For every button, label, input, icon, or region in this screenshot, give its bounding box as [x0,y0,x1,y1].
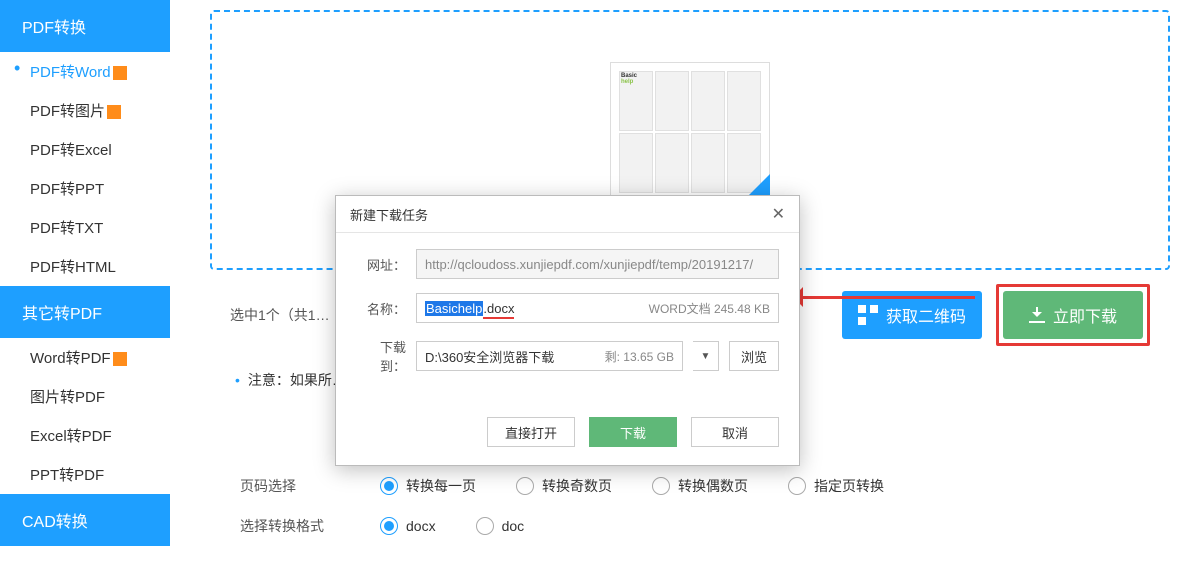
sidebar-section-cad-convert[interactable]: CAD转换 [0,494,170,546]
filename-label: 名称： [356,299,406,318]
page-select-label: 页码选择 [240,476,340,496]
download-icon [1029,307,1045,323]
sidebar-item-pdf-to-html[interactable]: PDF转HTML [0,247,170,286]
sidebar-section-pdf-convert[interactable]: PDF转换 [0,0,170,52]
url-label: 网址： [356,255,406,274]
dialog-close-button[interactable]: ✕ [772,204,785,224]
filename-input[interactable]: Basichelp.docx WORD文档 245.48 KB [416,293,779,323]
download-button[interactable]: 下载 [589,417,677,447]
sidebar-item-pdf-to-ppt[interactable]: PDF转PPT [0,169,170,208]
cancel-button[interactable]: 取消 [691,417,779,447]
selection-count-text: 选中1个（共1… [230,305,330,325]
open-directly-button[interactable]: 直接打开 [487,417,575,447]
get-qrcode-button[interactable]: 获取二维码 [842,291,982,339]
sidebar-item-ppt-to-pdf[interactable]: PPT转PDF [0,455,170,494]
qrcode-icon [858,305,878,325]
format-select-row: 选择转换格式 docx doc [210,506,1170,546]
new-badge-icon [107,105,121,119]
dest-input[interactable]: D:\360安全浏览器下载 剩: 13.65 GB [416,341,683,371]
thumbnail-preview: Basichelp [619,71,761,193]
sidebar: PDF转换 PDF转Word PDF转图片 PDF转Excel PDF转PPT … [0,0,170,546]
radio-every-page[interactable]: 转换每一页 [380,476,476,496]
download-now-button[interactable]: 立即下载 [1003,291,1143,339]
download-dialog: 新建下载任务 ✕ 网址： http://qcloudoss.xunjiepdf.… [335,195,800,466]
url-input[interactable]: http://qcloudoss.xunjiepdf.com/xunjiepdf… [416,249,779,279]
free-space-text: 剩: 13.65 GB [605,348,674,365]
sidebar-item-pdf-to-txt[interactable]: PDF转TXT [0,208,170,247]
radio-docx[interactable]: docx [380,517,436,535]
sidebar-item-pdf-to-word[interactable]: PDF转Word [0,52,170,91]
radio-odd-pages[interactable]: 转换奇数页 [516,476,612,496]
new-badge-icon [113,66,127,80]
sidebar-item-pdf-to-image[interactable]: PDF转图片 [0,91,170,130]
sidebar-section-other-to-pdf[interactable]: 其它转PDF [0,286,170,338]
new-badge-icon [113,352,127,366]
download-highlight-box: 立即下载 [996,284,1150,346]
dialog-title-text: 新建下载任务 [350,205,428,224]
sidebar-item-image-to-pdf[interactable]: 图片转PDF [0,377,170,416]
dest-dropdown-button[interactable]: ▼ [693,341,719,371]
file-thumbnail[interactable]: Basichelp [610,62,770,202]
file-size-text: WORD文档 245.48 KB [649,300,770,317]
page-select-row: 页码选择 转换每一页 转换奇数页 转换偶数页 指定页转换 [210,466,1170,506]
sidebar-item-pdf-to-excel[interactable]: PDF转Excel [0,130,170,169]
sidebar-item-excel-to-pdf[interactable]: Excel转PDF [0,416,170,455]
radio-specify-pages[interactable]: 指定页转换 [788,476,884,496]
format-select-label: 选择转换格式 [240,516,340,536]
radio-doc[interactable]: doc [476,517,525,535]
radio-even-pages[interactable]: 转换偶数页 [652,476,748,496]
dialog-titlebar: 新建下载任务 ✕ [336,196,799,233]
dest-label: 下载到： [356,337,406,375]
browse-button[interactable]: 浏览 [729,341,779,371]
sidebar-item-word-to-pdf[interactable]: Word转PDF [0,338,170,377]
